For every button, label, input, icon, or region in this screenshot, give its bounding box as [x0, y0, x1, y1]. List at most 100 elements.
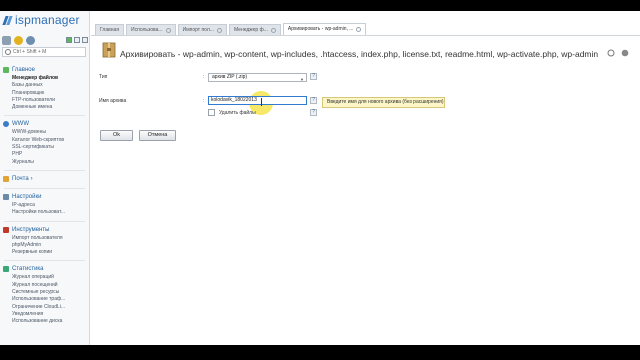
- sidebar-item-traffic-usage[interactable]: Использование траф...: [0, 296, 89, 303]
- settings-icon: [3, 193, 9, 200]
- delete-files-label[interactable]: Удалить файлы: [219, 110, 256, 116]
- delete-files-checkbox[interactable]: [208, 109, 215, 116]
- tab-label: Главная: [100, 26, 120, 33]
- nav-group-statistics: Статистика Журнал операций Журнал посеще…: [0, 264, 89, 325]
- sidebar-item-cloudlinux-limits[interactable]: Ограничение CloudLi...: [0, 304, 89, 311]
- type-label: Тип: [99, 74, 108, 80]
- sidebar-item-file-manager[interactable]: Менеджер файлов: [0, 75, 89, 82]
- tab-label: Импорт пол...: [182, 26, 214, 33]
- page-title: Архивировать - wp-admin, wp-content, wp-…: [120, 49, 598, 59]
- nav-group-title: Настройки: [12, 193, 42, 200]
- search-field[interactable]: Ctrl + Shift + M: [2, 47, 86, 57]
- globe-icon: [3, 121, 9, 128]
- nav-group-header-settings[interactable]: Настройки: [0, 192, 89, 202]
- tab-usage[interactable]: Использова...: [126, 24, 176, 35]
- divider: [4, 260, 85, 262]
- refresh-icon[interactable]: [607, 49, 615, 57]
- sidebar-item-visits-log[interactable]: Журнал посещений: [0, 282, 89, 289]
- nav-group-title: Главное: [12, 67, 35, 73]
- sidebar-item-disk-usage[interactable]: Использование диска: [0, 318, 89, 325]
- close-icon[interactable]: [165, 27, 171, 33]
- logo-mark-icon: [2, 15, 14, 26]
- sidebar-item-php[interactable]: PHP: [0, 151, 89, 158]
- tab-label: Менеджер ф...: [233, 26, 268, 33]
- nav-group-main: Главное Менеджер файлов Базы данных План…: [0, 65, 89, 111]
- tab-home[interactable]: Главная: [95, 24, 125, 35]
- nav-group-header-statistics[interactable]: Статистика: [0, 264, 89, 274]
- tools-icon: [3, 226, 9, 233]
- text-cursor-icon: [261, 98, 262, 106]
- nav-group-title: Статистика: [12, 266, 44, 273]
- sidebar-item-notifications[interactable]: Уведомления: [0, 311, 89, 318]
- star-icon[interactable]: [14, 35, 23, 45]
- sidebar-nav: Главное Менеджер файлов Базы данных План…: [0, 65, 89, 330]
- chevron-right-icon: ›: [30, 175, 33, 182]
- sidebar-item-ftp-users[interactable]: FTP-пользователи: [0, 97, 89, 104]
- search-icon: [5, 49, 11, 55]
- type-select[interactable]: архив ZIP (.zip) ▼: [208, 73, 307, 82]
- archive-name-value: kolodavik_18022013: [211, 97, 257, 103]
- archive-name-input[interactable]: kolodavik_18022013: [208, 96, 307, 105]
- sidebar-item-import-user[interactable]: Импорт пользователя: [0, 235, 89, 242]
- tab-archive[interactable]: Архивировать - wp-admin, ...: [282, 23, 367, 35]
- nav-group-title: WWW: [12, 121, 29, 128]
- sidebar-item-databases[interactable]: Базы данных: [0, 82, 89, 89]
- sidebar: ispmanager Ctrl + Shift + M Главное Мене…: [0, 11, 90, 345]
- sidebar-item-web-scripts[interactable]: Каталог Web-скриптов: [0, 137, 89, 144]
- sidebar-item-operations-log[interactable]: Журнал операций: [0, 274, 89, 281]
- delete-help-icon[interactable]: ?: [310, 109, 317, 116]
- sidebar-item-system-resources[interactable]: Системные ресурсы: [0, 289, 89, 296]
- layout-icon[interactable]: [82, 37, 88, 43]
- help-icon[interactable]: [621, 49, 629, 57]
- sidebar-item-www-domains[interactable]: WWW-домены: [0, 129, 89, 136]
- nav-group-header-mail[interactable]: Почта ›: [0, 174, 89, 184]
- sidebar-item-ssl[interactable]: SSL-сертификаты: [0, 144, 89, 151]
- nav-group-header-main[interactable]: Главное: [0, 65, 89, 75]
- close-icon[interactable]: [216, 27, 222, 33]
- nav-group-mail: Почта ›: [0, 174, 89, 184]
- divider: [4, 187, 85, 189]
- logo-text: ispmanager: [15, 13, 80, 27]
- nav-group-title: Почта: [12, 175, 29, 182]
- sidebar-item-domain-names[interactable]: Доменные имена: [0, 104, 89, 111]
- tab-file-manager[interactable]: Менеджер ф...: [228, 24, 281, 35]
- tab-bar: Главная Использова... Импорт пол... Мене…: [91, 23, 640, 36]
- divider: [4, 220, 85, 222]
- tab-import[interactable]: Импорт пол...: [177, 24, 227, 35]
- sidebar-item-phpmyadmin[interactable]: phpMyAdmin: [0, 242, 89, 249]
- logo[interactable]: ispmanager: [2, 13, 80, 27]
- expand-all-icon[interactable]: [66, 37, 72, 43]
- stats-icon: [3, 266, 9, 273]
- sidebar-item-scheduler[interactable]: Планировщик: [0, 90, 89, 97]
- gear-icon[interactable]: [2, 35, 11, 45]
- nav-group-header-www[interactable]: WWW: [0, 119, 89, 129]
- archive-name-label: Имя архива: [99, 98, 127, 104]
- archive-icon: [102, 42, 116, 58]
- sidebar-item-logs[interactable]: Журналы: [0, 159, 89, 166]
- mail-icon: [3, 175, 9, 182]
- divider: [4, 169, 85, 171]
- type-select-value: архив ZIP (.zip): [212, 74, 248, 80]
- nav-group-title: Инструменты: [12, 226, 50, 233]
- divider: [4, 115, 85, 117]
- sidebar-item-ip-addresses[interactable]: IP-адреса: [0, 202, 89, 209]
- cancel-button[interactable]: Отмена: [139, 130, 176, 141]
- tab-label: Использова...: [131, 26, 163, 33]
- name-help-icon[interactable]: ?: [310, 97, 317, 104]
- sidebar-toolbar: [2, 35, 88, 45]
- chevron-down-icon: ▼: [300, 77, 304, 82]
- sidebar-item-backups[interactable]: Резервные копии: [0, 249, 89, 256]
- type-colon: :: [203, 74, 205, 80]
- collapse-all-icon[interactable]: [74, 37, 80, 43]
- sidebar-item-user-settings[interactable]: Настройки пользоват...: [0, 209, 89, 216]
- globe-icon[interactable]: [26, 35, 35, 45]
- ok-button[interactable]: Ok: [100, 130, 133, 141]
- tab-label: Архивировать - wp-admin, ...: [287, 26, 354, 32]
- type-help-icon[interactable]: ?: [310, 73, 317, 80]
- archive-name-colon: :: [203, 98, 205, 104]
- nav-group-settings: Настройки IP-адреса Настройки пользоват.…: [0, 192, 89, 217]
- nav-group-header-tools[interactable]: Инструменты: [0, 225, 89, 235]
- archive-name-tooltip: Введите имя для нового архива (без расши…: [322, 97, 445, 108]
- close-icon[interactable]: [270, 27, 276, 33]
- close-icon[interactable]: [356, 27, 362, 32]
